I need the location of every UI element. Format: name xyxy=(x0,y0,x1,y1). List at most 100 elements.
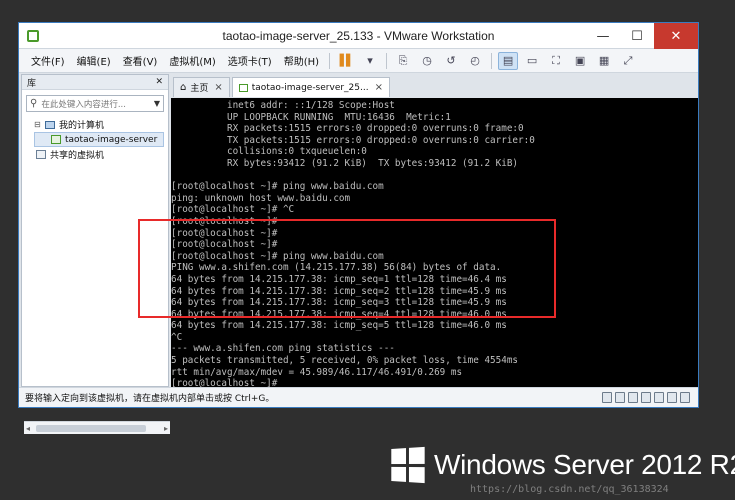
console-line: 64 bytes from 14.215.177.38: icmp_seq=5 … xyxy=(171,320,507,332)
window-controls: — ☐ ✕ xyxy=(586,23,698,49)
revert-snapshot-icon[interactable]: ↺ xyxy=(441,52,461,70)
close-button[interactable]: ✕ xyxy=(654,23,698,49)
tree-label: taotao-image-server xyxy=(65,134,158,145)
console-line: rtt min/avg/max/mdev = 45.989/46.117/46.… xyxy=(171,366,463,378)
library-title: 库 xyxy=(27,78,37,89)
dropdown-arrow-icon[interactable]: ▾ xyxy=(360,52,380,70)
snapshot-icon[interactable]: ◷ xyxy=(417,52,437,70)
console-line: ^C xyxy=(171,331,183,343)
scroll-right-icon[interactable]: ▸ xyxy=(164,424,168,433)
tree-item-vm[interactable]: taotao-image-server xyxy=(34,132,164,147)
console-line: [root@localhost ~]# xyxy=(171,227,278,239)
usb-icon[interactable] xyxy=(641,392,651,403)
menu-view[interactable]: 查看(V) xyxy=(117,53,164,68)
tab-vm[interactable]: taotao-image-server_25... × xyxy=(231,77,390,97)
console-line: [root@localhost ~]# ping www.baidu.com xyxy=(171,250,384,262)
tree-label: 我的计算机 xyxy=(59,121,105,131)
printer-icon[interactable] xyxy=(667,392,677,403)
thumbnail-bar-icon[interactable]: ▭ xyxy=(522,52,542,70)
device-status-icons xyxy=(602,392,690,403)
console-line: [root@localhost ~]# xyxy=(171,239,278,251)
console-view-icon[interactable]: ▦ xyxy=(594,52,614,70)
library-horizontal-scrollbar[interactable]: ◂ ▸ xyxy=(24,421,170,434)
menu-file[interactable]: 文件(F) xyxy=(25,53,71,68)
tree-label: 共享的虚拟机 xyxy=(50,151,105,161)
scroll-left-icon[interactable]: ◂ xyxy=(26,424,30,433)
console-line: 64 bytes from 14.215.177.38: icmp_seq=3 … xyxy=(171,297,507,309)
tab-label: taotao-image-server_25... xyxy=(251,82,369,93)
watermark: https://blog.csdn.net/qq_36138324 xyxy=(470,484,669,495)
toolbar-separator xyxy=(329,52,331,69)
tab-strip: ⌂ 主页 × taotao-image-server_25... × xyxy=(173,77,392,97)
show-library-icon[interactable]: ▤ xyxy=(498,51,519,70)
console-line: 5 packets transmitted, 5 received, 0% pa… xyxy=(171,355,519,367)
tab-home[interactable]: ⌂ 主页 × xyxy=(173,77,230,97)
hard-disk-icon[interactable] xyxy=(602,392,612,403)
console-line: UP LOOPBACK RUNNING MTU:16436 Metric:1 xyxy=(171,111,451,123)
close-tab-icon[interactable]: × xyxy=(375,82,383,93)
send-ctrl-alt-del-icon[interactable]: ⎘ xyxy=(393,52,413,70)
chevron-down-icon[interactable]: ▼ xyxy=(154,99,160,108)
toolbar-separator xyxy=(386,52,388,69)
console-line: inet6 addr: ::1/128 Scope:Host xyxy=(171,100,395,111)
unity-icon[interactable]: ▣ xyxy=(570,52,590,70)
library-search[interactable]: ⚲ 在此处键入内容进行... ▼ xyxy=(26,95,164,112)
windows-logo-icon xyxy=(391,446,425,484)
menu-bar: 文件(F) 编辑(E) 查看(V) 虚拟机(M) 选项卡(T) 帮助(H) ▌▌… xyxy=(19,49,698,73)
maximize-button[interactable]: ☐ xyxy=(620,23,654,49)
shared-vm-icon xyxy=(36,150,46,159)
library-tree: ⊟ 我的计算机 taotao-image-server 共享的虚拟机 xyxy=(22,117,168,162)
cd-dvd-icon[interactable] xyxy=(615,392,625,403)
tab-label: 主页 xyxy=(190,84,209,94)
console-line: TX packets:1515 errors:0 dropped:0 overr… xyxy=(171,134,535,146)
pause-icon[interactable]: ▌▌ xyxy=(336,52,356,70)
network-adapter-icon[interactable] xyxy=(628,392,638,403)
library-header: 库 ✕ xyxy=(22,75,168,90)
console-line: 64 bytes from 14.215.177.38: icmp_seq=1 … xyxy=(171,273,507,285)
full-screen-icon[interactable]: ⛶ xyxy=(546,52,566,70)
tree-item-my-computer[interactable]: ⊟ 我的计算机 xyxy=(34,117,168,132)
stretch-icon[interactable]: ⤢ xyxy=(618,52,638,70)
console-line: collisions:0 txqueuelen:0 xyxy=(171,146,367,158)
menu-help[interactable]: 帮助(H) xyxy=(278,53,325,68)
search-icon: ⚲ xyxy=(30,98,38,109)
status-bar: 要将输入定向到该虚拟机，请在虚拟机内部单击或按 Ctrl+G。 xyxy=(19,387,698,407)
search-input[interactable]: 在此处键入内容进行... xyxy=(41,98,154,110)
snapshot-manager-icon[interactable]: ◴ xyxy=(465,52,485,70)
library-panel: 库 ✕ ⚲ 在此处键入内容进行... ▼ ⊟ 我的计算机 taotao-imag… xyxy=(21,74,170,434)
close-tab-icon[interactable]: × xyxy=(214,82,222,93)
vm-icon xyxy=(51,135,61,144)
computer-icon xyxy=(45,120,55,129)
console-line: 64 bytes from 14.215.177.38: icmp_seq=4 … xyxy=(171,308,507,320)
console-line: [root@localhost ~]# ping www.baidu.com xyxy=(171,181,384,193)
console-line: PING www.a.shifen.com (14.215.177.38) 56… xyxy=(171,262,502,274)
console-line: RX bytes:93412 (91.2 KiB) TX bytes:93412… xyxy=(171,157,519,169)
console-line: ping: unknown host www.baidu.com xyxy=(171,192,351,204)
home-icon: ⌂ xyxy=(180,82,187,93)
console-line: [root@localhost ~]# xyxy=(171,215,278,227)
console-line: 64 bytes from 14.215.177.38: icmp_seq=2 … xyxy=(171,285,507,297)
sound-card-icon[interactable] xyxy=(654,392,664,403)
console-line: RX packets:1515 errors:0 dropped:0 overr… xyxy=(171,123,524,135)
vm-console[interactable]: inet6 addr: ::1/128 Scope:Host UP LOOPBA… xyxy=(171,98,698,388)
collapse-icon[interactable]: ⊟ xyxy=(34,120,43,129)
toolbar-separator xyxy=(491,52,493,69)
menu-tabs[interactable]: 选项卡(T) xyxy=(222,53,278,68)
minimize-button[interactable]: — xyxy=(586,23,620,49)
vmware-window: taotao-image-server_25.133 - VMware Work… xyxy=(18,22,699,434)
console-line: --- www.a.shifen.com ping statistics --- xyxy=(171,343,395,355)
title-bar: taotao-image-server_25.133 - VMware Work… xyxy=(19,23,698,49)
vmware-app-icon xyxy=(27,29,39,42)
status-message: 要将输入定向到该虚拟机，请在虚拟机内部单击或按 Ctrl+G。 xyxy=(25,394,275,404)
library-close-icon[interactable]: ✕ xyxy=(155,77,163,87)
menu-edit[interactable]: 编辑(E) xyxy=(71,53,117,68)
windows-server-branding: Windows Server 2012 R2 xyxy=(390,446,735,484)
brand-text: Windows Server 2012 R2 xyxy=(434,449,735,480)
vm-icon xyxy=(238,83,248,92)
console-line: [root@localhost ~]# ^C xyxy=(171,204,295,216)
scrollbar-thumb[interactable] xyxy=(36,425,146,432)
display-icon[interactable] xyxy=(680,392,690,403)
tree-item-shared-vms[interactable]: 共享的虚拟机 xyxy=(34,147,168,162)
menu-vm[interactable]: 虚拟机(M) xyxy=(163,53,221,68)
